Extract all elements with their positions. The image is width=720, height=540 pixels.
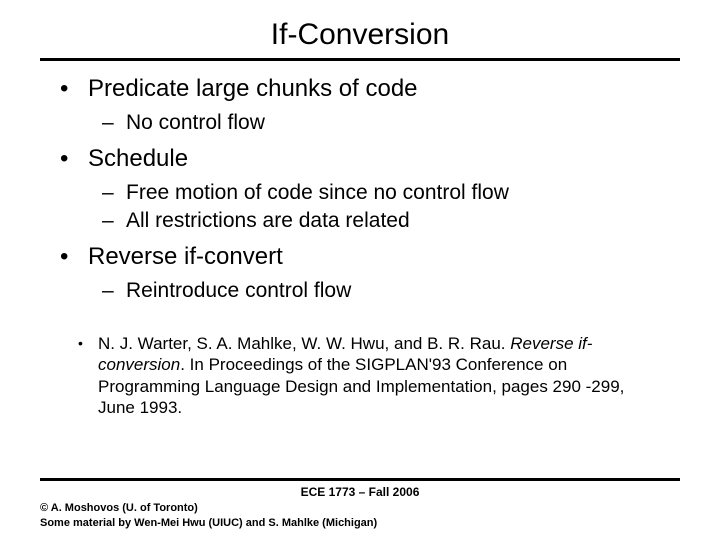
- reference-bullet: • N. J. Warter, S. A. Mahlke, W. W. Hwu,…: [78, 333, 680, 418]
- bullet-text: Reverse if-convert: [88, 243, 283, 271]
- footer-credits: © A. Moshovos (U. of Toronto) Some mater…: [40, 501, 680, 530]
- bullet-text: Schedule: [88, 145, 188, 173]
- bullet-dot-icon: •: [78, 333, 98, 418]
- bullet-dash-icon: –: [102, 181, 126, 205]
- bullet-text: Free motion of code since no control flo…: [126, 181, 509, 205]
- slide-title: If-Conversion: [40, 18, 680, 61]
- bullet-level2: – All restrictions are data related: [102, 209, 680, 233]
- bullet-level1: • Reverse if-convert: [60, 243, 680, 271]
- reference-text: N. J. Warter, S. A. Mahlke, W. W. Hwu, a…: [98, 333, 658, 418]
- bullet-level1: • Schedule: [60, 145, 680, 173]
- footer-copyright: © A. Moshovos (U. of Toronto): [40, 501, 680, 515]
- bullet-level2: – Reintroduce control flow: [102, 279, 680, 303]
- bullet-dash-icon: –: [102, 111, 126, 135]
- bullet-dot-icon: •: [60, 243, 88, 271]
- slide-footer: ECE 1773 – Fall 2006 © A. Moshovos (U. o…: [0, 478, 720, 530]
- bullet-dash-icon: –: [102, 279, 126, 303]
- bullet-dot-icon: •: [60, 75, 88, 103]
- reference-authors: N. J. Warter, S. A. Mahlke, W. W. Hwu, a…: [98, 334, 510, 353]
- bullet-level1: • Predicate large chunks of code: [60, 75, 680, 103]
- bullet-level2: – Free motion of code since no control f…: [102, 181, 680, 205]
- footer-course: ECE 1773 – Fall 2006: [40, 485, 680, 499]
- slide: If-Conversion • Predicate large chunks o…: [0, 0, 720, 540]
- bullet-text: All restrictions are data related: [126, 209, 410, 233]
- bullet-dot-icon: •: [60, 145, 88, 173]
- bullet-text: No control flow: [126, 111, 265, 135]
- bullet-dash-icon: –: [102, 209, 126, 233]
- bullet-level2: – No control flow: [102, 111, 680, 135]
- footer-material: Some material by Wen-Mei Hwu (UIUC) and …: [40, 516, 680, 530]
- slide-content: • Predicate large chunks of code – No co…: [40, 75, 680, 418]
- footer-divider: [40, 478, 680, 481]
- bullet-text: Predicate large chunks of code: [88, 75, 418, 103]
- bullet-text: Reintroduce control flow: [126, 279, 351, 303]
